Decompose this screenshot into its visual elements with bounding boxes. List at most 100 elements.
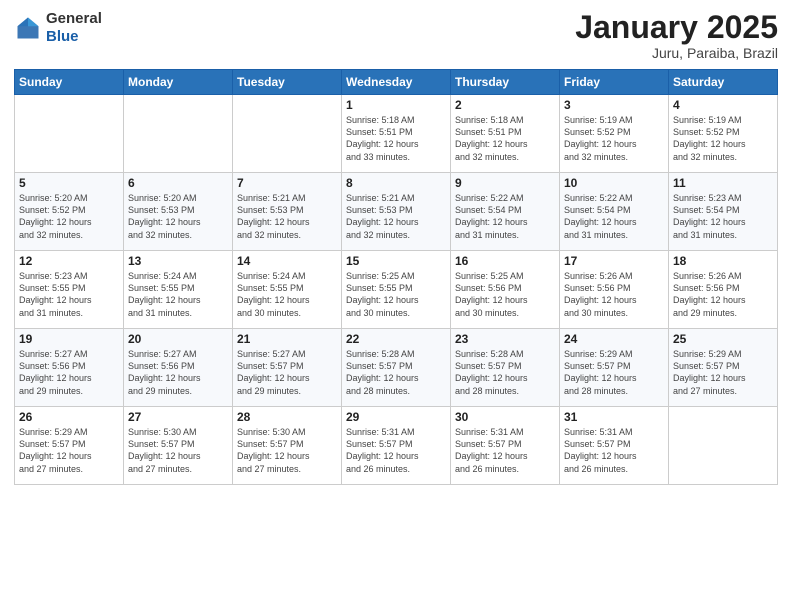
day-info: Sunrise: 5:26 AM Sunset: 5:56 PM Dayligh… bbox=[564, 270, 664, 319]
day-number: 24 bbox=[564, 332, 664, 346]
location: Juru, Paraiba, Brazil bbox=[575, 45, 778, 61]
calendar-table: SundayMondayTuesdayWednesdayThursdayFrid… bbox=[14, 69, 778, 485]
day-cell: 4 Sunrise: 5:19 AM Sunset: 5:52 PM Daylig… bbox=[669, 95, 778, 173]
day-cell: 8 Sunrise: 5:21 AM Sunset: 5:53 PM Daylig… bbox=[342, 173, 451, 251]
day-cell: 3 Sunrise: 5:19 AM Sunset: 5:52 PM Daylig… bbox=[560, 95, 669, 173]
day-info: Sunrise: 5:27 AM Sunset: 5:56 PM Dayligh… bbox=[128, 348, 228, 397]
weekday-header-row: SundayMondayTuesdayWednesdayThursdayFrid… bbox=[15, 70, 778, 95]
day-cell: 28 Sunrise: 5:30 AM Sunset: 5:57 PM Dayli… bbox=[233, 407, 342, 485]
day-cell: 10 Sunrise: 5:22 AM Sunset: 5:54 PM Dayli… bbox=[560, 173, 669, 251]
day-number: 14 bbox=[237, 254, 337, 268]
day-number: 27 bbox=[128, 410, 228, 424]
day-cell: 7Sunrise: 5:21 AM Sunset: 5:53 PM Daylig… bbox=[233, 173, 342, 251]
day-info: Sunrise: 5:31 AM Sunset: 5:57 PM Dayligh… bbox=[346, 426, 446, 475]
day-number: 15 bbox=[346, 254, 446, 268]
logo-text: General Blue bbox=[46, 10, 102, 46]
day-info: Sunrise: 5:25 AM Sunset: 5:56 PM Dayligh… bbox=[455, 270, 555, 319]
day-cell: 13 Sunrise: 5:24 AM Sunset: 5:55 PM Dayli… bbox=[124, 251, 233, 329]
logo: General Blue bbox=[14, 10, 102, 46]
week-row-1: 1 Sunrise: 5:18 AM Sunset: 5:51 PM Daylig… bbox=[15, 95, 778, 173]
day-info: Sunrise: 5:30 AM Sunset: 5:57 PM Dayligh… bbox=[237, 426, 337, 475]
day-info: Sunrise: 5:24 AM Sunset: 5:55 PM Dayligh… bbox=[237, 270, 337, 319]
day-cell: 11 Sunrise: 5:23 AM Sunset: 5:54 PM Dayli… bbox=[669, 173, 778, 251]
week-row-5: 26 Sunrise: 5:29 AM Sunset: 5:57 PM Dayli… bbox=[15, 407, 778, 485]
day-info: Sunrise: 5:21 AM Sunset: 5:53 PM Dayligh… bbox=[346, 192, 446, 241]
day-cell: 1 Sunrise: 5:18 AM Sunset: 5:51 PM Daylig… bbox=[342, 95, 451, 173]
day-cell: 31 Sunrise: 5:31 AM Sunset: 5:57 PM Dayli… bbox=[560, 407, 669, 485]
day-cell bbox=[669, 407, 778, 485]
day-number: 18 bbox=[673, 254, 773, 268]
day-cell: 18 Sunrise: 5:26 AM Sunset: 5:56 PM Dayli… bbox=[669, 251, 778, 329]
day-info: Sunrise: 5:22 AM Sunset: 5:54 PM Dayligh… bbox=[564, 192, 664, 241]
day-info: Sunrise: 5:20 AM Sunset: 5:52 PM Dayligh… bbox=[19, 192, 119, 241]
day-cell bbox=[233, 95, 342, 173]
day-number: 20 bbox=[128, 332, 228, 346]
weekday-header-friday: Friday bbox=[560, 70, 669, 95]
weekday-header-sunday: Sunday bbox=[15, 70, 124, 95]
day-cell: 9Sunrise: 5:22 AM Sunset: 5:54 PM Daylig… bbox=[451, 173, 560, 251]
day-info: Sunrise: 5:26 AM Sunset: 5:56 PM Dayligh… bbox=[673, 270, 773, 319]
weekday-header-tuesday: Tuesday bbox=[233, 70, 342, 95]
day-number: 22 bbox=[346, 332, 446, 346]
day-info: Sunrise: 5:20 AM Sunset: 5:53 PM Dayligh… bbox=[128, 192, 228, 241]
day-cell: 5 Sunrise: 5:20 AM Sunset: 5:52 PM Daylig… bbox=[15, 173, 124, 251]
day-number: 1 bbox=[346, 98, 446, 112]
day-info: Sunrise: 5:31 AM Sunset: 5:57 PM Dayligh… bbox=[564, 426, 664, 475]
weekday-header-thursday: Thursday bbox=[451, 70, 560, 95]
day-number: 30 bbox=[455, 410, 555, 424]
day-number: 23 bbox=[455, 332, 555, 346]
week-row-2: 5 Sunrise: 5:20 AM Sunset: 5:52 PM Daylig… bbox=[15, 173, 778, 251]
day-number: 13 bbox=[128, 254, 228, 268]
day-number: 11 bbox=[673, 176, 773, 190]
logo-blue-text: Blue bbox=[46, 28, 79, 45]
day-info: Sunrise: 5:23 AM Sunset: 5:54 PM Dayligh… bbox=[673, 192, 773, 241]
day-cell: 12Sunrise: 5:23 AM Sunset: 5:55 PM Dayli… bbox=[15, 251, 124, 329]
day-info: Sunrise: 5:19 AM Sunset: 5:52 PM Dayligh… bbox=[564, 114, 664, 163]
day-number: 19 bbox=[19, 332, 119, 346]
day-number: 25 bbox=[673, 332, 773, 346]
day-number: 3 bbox=[564, 98, 664, 112]
week-row-4: 19 Sunrise: 5:27 AM Sunset: 5:56 PM Dayli… bbox=[15, 329, 778, 407]
month-title: January 2025 bbox=[575, 10, 778, 45]
day-info: Sunrise: 5:24 AM Sunset: 5:55 PM Dayligh… bbox=[128, 270, 228, 319]
day-number: 31 bbox=[564, 410, 664, 424]
day-number: 7 bbox=[237, 176, 337, 190]
day-cell: 14 Sunrise: 5:24 AM Sunset: 5:55 PM Dayli… bbox=[233, 251, 342, 329]
logo-icon bbox=[14, 14, 42, 42]
day-info: Sunrise: 5:19 AM Sunset: 5:52 PM Dayligh… bbox=[673, 114, 773, 163]
day-info: Sunrise: 5:30 AM Sunset: 5:57 PM Dayligh… bbox=[128, 426, 228, 475]
day-number: 26 bbox=[19, 410, 119, 424]
day-number: 4 bbox=[673, 98, 773, 112]
day-info: Sunrise: 5:29 AM Sunset: 5:57 PM Dayligh… bbox=[19, 426, 119, 475]
day-cell: 2Sunrise: 5:18 AM Sunset: 5:51 PM Daylig… bbox=[451, 95, 560, 173]
day-number: 2 bbox=[455, 98, 555, 112]
day-cell: 22Sunrise: 5:28 AM Sunset: 5:57 PM Dayli… bbox=[342, 329, 451, 407]
day-info: Sunrise: 5:29 AM Sunset: 5:57 PM Dayligh… bbox=[673, 348, 773, 397]
week-row-3: 12Sunrise: 5:23 AM Sunset: 5:55 PM Dayli… bbox=[15, 251, 778, 329]
weekday-header-monday: Monday bbox=[124, 70, 233, 95]
day-number: 9 bbox=[455, 176, 555, 190]
day-number: 5 bbox=[19, 176, 119, 190]
day-cell: 15 Sunrise: 5:25 AM Sunset: 5:55 PM Dayli… bbox=[342, 251, 451, 329]
day-number: 21 bbox=[237, 332, 337, 346]
day-number: 10 bbox=[564, 176, 664, 190]
day-info: Sunrise: 5:25 AM Sunset: 5:55 PM Dayligh… bbox=[346, 270, 446, 319]
day-number: 28 bbox=[237, 410, 337, 424]
day-cell: 20 Sunrise: 5:27 AM Sunset: 5:56 PM Dayli… bbox=[124, 329, 233, 407]
day-info: Sunrise: 5:18 AM Sunset: 5:51 PM Dayligh… bbox=[346, 114, 446, 163]
day-info: Sunrise: 5:29 AM Sunset: 5:57 PM Dayligh… bbox=[564, 348, 664, 397]
day-cell: 23 Sunrise: 5:28 AM Sunset: 5:57 PM Dayli… bbox=[451, 329, 560, 407]
day-number: 6 bbox=[128, 176, 228, 190]
day-cell: 25 Sunrise: 5:29 AM Sunset: 5:57 PM Dayli… bbox=[669, 329, 778, 407]
header: General Blue January 2025 Juru, Paraiba,… bbox=[14, 10, 778, 61]
day-cell: 6 Sunrise: 5:20 AM Sunset: 5:53 PM Daylig… bbox=[124, 173, 233, 251]
weekday-header-wednesday: Wednesday bbox=[342, 70, 451, 95]
day-cell: 19Sunrise: 5:27 AM Sunset: 5:56 PM Dayli… bbox=[15, 329, 124, 407]
day-cell bbox=[15, 95, 124, 173]
title-block: January 2025 Juru, Paraiba, Brazil bbox=[575, 10, 778, 61]
day-number: 16 bbox=[455, 254, 555, 268]
day-info: Sunrise: 5:28 AM Sunset: 5:57 PM Dayligh… bbox=[455, 348, 555, 397]
day-number: 8 bbox=[346, 176, 446, 190]
day-cell: 17Sunrise: 5:26 AM Sunset: 5:56 PM Dayli… bbox=[560, 251, 669, 329]
day-cell: 27 Sunrise: 5:30 AM Sunset: 5:57 PM Dayli… bbox=[124, 407, 233, 485]
